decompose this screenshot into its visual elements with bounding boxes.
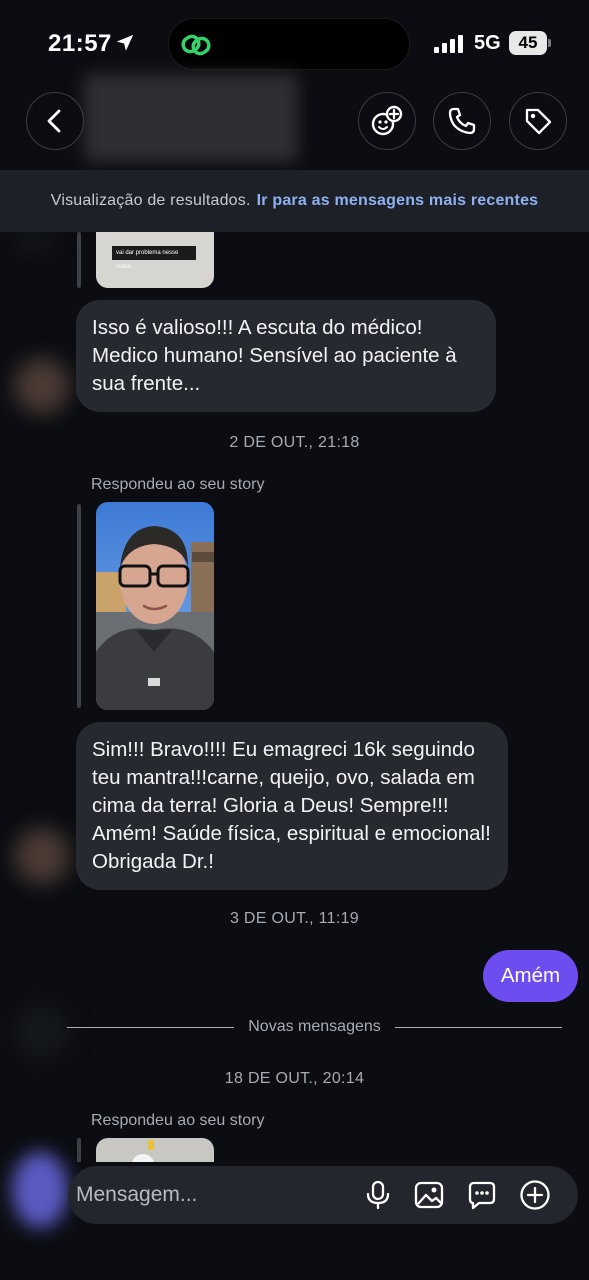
new-messages-divider: Novas mensagens xyxy=(67,1017,563,1037)
contact-avatar-faint xyxy=(14,1004,70,1060)
user-avatar[interactable] xyxy=(12,1152,68,1228)
tag-icon xyxy=(525,108,552,135)
microphone-icon xyxy=(366,1180,390,1210)
tag-button[interactable] xyxy=(509,92,567,150)
contact-avatar[interactable] xyxy=(14,358,70,414)
message-composer xyxy=(68,1166,578,1224)
story-thumbnail[interactable]: vai dar problema nesse vídeo. xyxy=(96,232,214,288)
effects-button[interactable] xyxy=(358,92,416,150)
quick-reply-button[interactable] xyxy=(466,1179,498,1211)
plus-circle-icon xyxy=(520,1180,550,1210)
story-reply-label: Respondeu ao seu story xyxy=(91,476,265,493)
message-timestamp: 18 DE OUT., 20:14 xyxy=(224,1070,365,1087)
back-icon xyxy=(47,109,61,133)
incoming-message[interactable]: Isso é valioso!!! A escuta do médico! Me… xyxy=(76,300,496,412)
contact-avatar[interactable] xyxy=(14,828,70,884)
chat-bubble-icon xyxy=(468,1181,496,1210)
reply-indicator-line xyxy=(77,232,81,288)
story-thumbnail[interactable] xyxy=(96,502,214,710)
contact-name-redacted xyxy=(84,74,298,162)
back-button[interactable] xyxy=(26,92,84,150)
message-timestamp: 2 DE OUT., 21:18 xyxy=(229,434,360,451)
results-banner: Visualização de resultados. Ir para as m… xyxy=(0,170,589,232)
image-icon xyxy=(414,1181,444,1209)
dynamic-island xyxy=(168,18,410,70)
message-list[interactable]: vai dar problema nesse vídeo. Isso é val… xyxy=(0,232,589,1162)
contact-avatar-partial xyxy=(14,232,54,252)
network-type: 5G xyxy=(474,32,501,54)
reply-indicator-line xyxy=(77,504,81,708)
message-timestamp: 3 DE OUT., 11:19 xyxy=(229,910,359,927)
reply-indicator-line xyxy=(77,1138,81,1162)
phone-icon xyxy=(448,107,476,135)
location-arrow-icon xyxy=(116,34,134,51)
gallery-button[interactable] xyxy=(413,1179,445,1211)
microphone-button[interactable] xyxy=(362,1179,394,1211)
battery-icon: 45 xyxy=(509,31,551,55)
story-photo xyxy=(96,502,214,710)
incoming-message[interactable]: Sim!!! Bravo!!!! Eu emagreci 16k seguind… xyxy=(76,722,508,890)
call-button[interactable] xyxy=(433,92,491,150)
jump-to-recent-link[interactable]: Ir para as mensagens mais recentes xyxy=(257,192,539,210)
signal-icon xyxy=(434,35,463,53)
remix-icon xyxy=(371,105,403,136)
link-icon xyxy=(181,34,211,56)
story-thumbnail[interactable] xyxy=(96,1138,214,1162)
status-time: 21:57 xyxy=(48,30,112,57)
story-reply-label: Respondeu ao seu story xyxy=(91,1112,265,1129)
outgoing-message[interactable]: Amém xyxy=(483,950,578,1002)
banner-text: Visualização de resultados. xyxy=(50,192,251,209)
message-input[interactable] xyxy=(76,1166,356,1224)
battery-level: 45 xyxy=(509,31,547,55)
thumbnail-caption: vai dar problema nesse vídeo. xyxy=(112,246,196,270)
add-button[interactable] xyxy=(519,1179,551,1211)
divider-label: Novas mensagens xyxy=(248,1018,381,1035)
chat-header xyxy=(0,74,589,170)
